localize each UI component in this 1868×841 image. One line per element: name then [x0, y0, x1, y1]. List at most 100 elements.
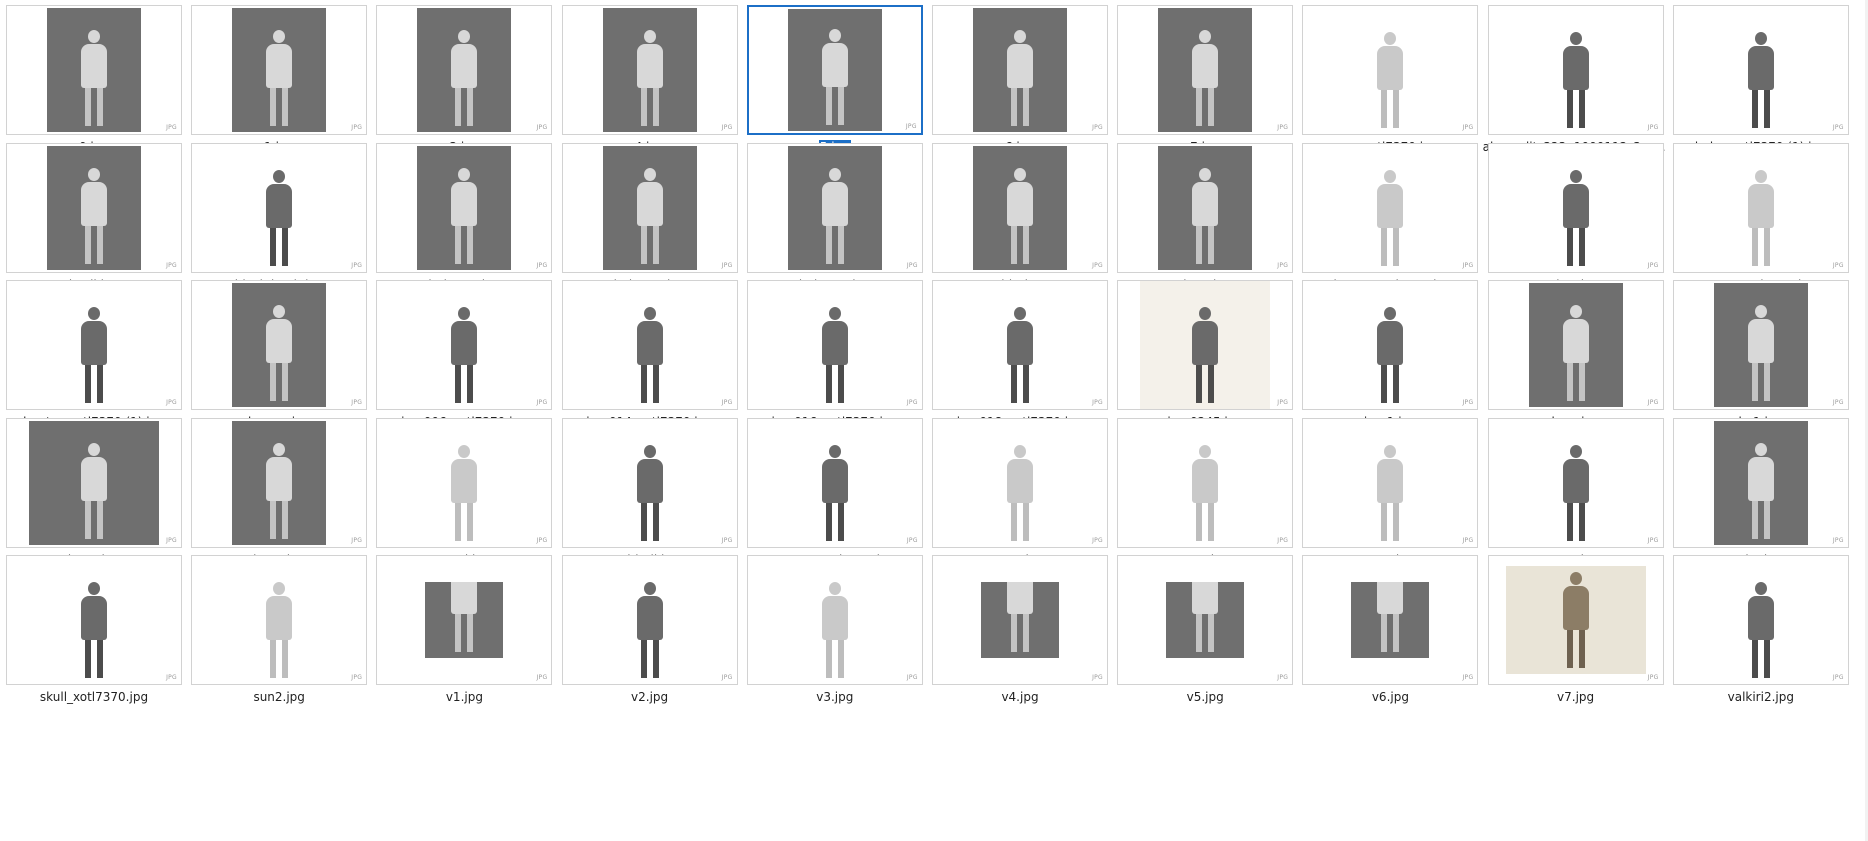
file-type-badge: JPG — [166, 536, 177, 544]
thumbnail-frame[interactable]: JPG — [1302, 5, 1479, 135]
file-type-badge: JPG — [721, 399, 733, 406]
character-figure-icon — [1003, 307, 1037, 403]
file-type-badge: JPG — [166, 124, 177, 131]
thumbnail-frame[interactable]: JPG — [561, 142, 738, 273]
thumbnail-frame[interactable]: JPG — [376, 280, 553, 410]
file-type-badge: JPG — [1277, 124, 1289, 131]
thumbnail-frame[interactable]: JPG — [561, 5, 738, 135]
file-type-badge: JPG — [1092, 261, 1103, 269]
file-tile[interactable]: JPG v4.jpg — [926, 550, 1111, 714]
thumbnail-image — [214, 556, 345, 684]
file-type-badge: JPG — [1277, 399, 1289, 406]
thumbnail-frame[interactable]: JPG — [191, 417, 368, 548]
character-figure-icon — [447, 444, 481, 541]
file-tile[interactable]: JPG valkiri2.jpg — [1667, 550, 1852, 714]
file-type-badge: JPG — [1647, 399, 1659, 406]
file-type-badge: JPG — [166, 399, 177, 406]
thumbnail-frame[interactable]: JPG — [1302, 555, 1479, 685]
thumbnail-frame[interactable]: JPG — [1117, 555, 1294, 685]
thumbnail-frame[interactable]: JPG — [746, 555, 923, 685]
file-type-badge: JPG — [1092, 674, 1103, 681]
thumbnail-image — [1166, 582, 1245, 658]
thumbnail-frame[interactable]: JPG — [1117, 142, 1294, 273]
thumbnail-frame[interactable]: JPG — [376, 417, 553, 548]
thumbnail-frame[interactable]: JPG — [932, 555, 1108, 685]
thumbnail-frame[interactable]: JPG — [376, 142, 553, 273]
thumbnail-frame[interactable]: JPG — [1117, 280, 1294, 410]
thumbnail-frame[interactable]: JPG — [376, 5, 553, 135]
file-tile[interactable]: JPG v5.jpg — [1111, 550, 1296, 714]
file-name-text: v6.jpg — [1371, 690, 1409, 704]
file-type-badge: JPG — [1647, 261, 1659, 269]
file-type-badge: JPG — [906, 674, 918, 681]
thumbnail-frame[interactable]: JPG — [746, 280, 923, 410]
file-type-badge: JPG — [721, 536, 733, 544]
thumbnail-frame[interactable]: JPG — [1117, 5, 1294, 135]
file-type-badge: JPG — [721, 261, 733, 269]
thumbnail-frame[interactable]: JPG — [746, 417, 923, 548]
thumbnail-frame[interactable]: JPG — [746, 5, 923, 135]
thumbnail-frame[interactable]: JPG — [6, 555, 182, 685]
thumbnail-frame[interactable]: JPG — [6, 417, 182, 548]
thumbnail-image — [1158, 8, 1253, 132]
file-type-badge: JPG — [1092, 399, 1103, 406]
thumbnail-frame[interactable]: JPG — [1672, 142, 1849, 273]
thumbnail-frame[interactable]: JPG — [1302, 417, 1479, 548]
file-name-text: v7.jpg — [1557, 690, 1595, 704]
thumbnail-frame[interactable]: JPG — [191, 280, 368, 410]
character-figure-icon — [1373, 169, 1407, 266]
thumbnail-frame[interactable]: JPG — [1302, 280, 1479, 410]
thumbnail-frame[interactable]: JPG — [1672, 5, 1849, 135]
thumbnail-frame[interactable]: JPG — [1672, 417, 1849, 548]
character-figure-icon — [77, 30, 111, 126]
thumbnail-frame[interactable]: JPG — [1672, 555, 1849, 685]
thumbnail-frame[interactable]: JPG — [1672, 280, 1849, 410]
thumbnail-frame[interactable]: JPG — [1487, 280, 1664, 410]
thumbnail-frame[interactable]: JPG — [561, 555, 738, 685]
thumbnail-frame[interactable]: JPG — [932, 142, 1108, 273]
thumbnail-frame[interactable]: JPG — [932, 280, 1108, 410]
thumbnail-frame[interactable]: JPG — [1487, 555, 1664, 685]
thumbnail-frame[interactable]: JPG — [1487, 417, 1664, 548]
thumbnail-image — [47, 8, 141, 132]
file-tile[interactable]: JPG v6.jpg — [1296, 550, 1481, 714]
thumbnail-frame[interactable]: JPG — [6, 5, 182, 135]
thumbnail-image — [47, 145, 141, 270]
thumbnail-frame[interactable]: JPG — [1487, 142, 1664, 273]
thumbnail-frame[interactable]: JPG — [1117, 417, 1294, 548]
thumbnail-frame[interactable]: JPG — [561, 417, 738, 548]
file-tile[interactable]: JPG sun2.jpg — [185, 550, 370, 714]
thumbnail-frame[interactable]: JPG — [191, 5, 368, 135]
thumbnail-frame[interactable]: JPG — [746, 142, 923, 273]
character-figure-icon — [1559, 305, 1593, 401]
thumbnail-frame[interactable]: JPG — [1302, 142, 1479, 273]
thumbnail-frame[interactable]: JPG — [191, 555, 368, 685]
thumbnail-image — [399, 281, 530, 409]
thumbnail-frame[interactable]: JPG — [6, 280, 182, 410]
file-tile[interactable]: JPG v3.jpg — [741, 550, 926, 714]
thumbnail-frame[interactable]: JPG — [6, 142, 182, 273]
file-type-badge: JPG — [351, 674, 363, 681]
file-tile[interactable]: JPG v2.jpg — [556, 550, 741, 714]
character-figure-icon — [818, 307, 852, 403]
character-figure-icon — [633, 444, 667, 541]
thumbnail-image — [232, 420, 327, 545]
thumbnail-frame[interactable]: JPG — [1487, 5, 1664, 135]
file-thumbnail-view[interactable]: JPG0.jpgJPG1.jpgJPG3.jpgJPG4.jpgJPG5.jpg… — [0, 0, 1868, 841]
thumbnail-frame[interactable]: JPG — [376, 555, 553, 685]
thumbnail-frame[interactable]: JPG — [191, 142, 368, 273]
character-figure-icon — [262, 169, 296, 266]
file-type-badge: JPG — [1462, 674, 1474, 681]
file-tile[interactable]: JPG v1.jpg — [370, 550, 555, 714]
thumbnail-image — [232, 283, 327, 407]
file-tile[interactable]: JPG skull_xotl7370.jpg — [0, 550, 185, 714]
thumbnail-image — [1713, 283, 1808, 407]
thumbnail-frame[interactable]: JPG — [561, 280, 738, 410]
file-tile[interactable]: JPG v7.jpg — [1482, 550, 1667, 714]
thumbnail-frame[interactable]: JPG — [932, 417, 1108, 548]
character-figure-icon — [1003, 167, 1037, 264]
thumbnail-frame[interactable]: JPG — [932, 5, 1108, 135]
file-type-badge: JPG — [536, 399, 548, 406]
file-type-badge: JPG — [536, 124, 548, 131]
character-figure-icon — [1559, 572, 1593, 668]
